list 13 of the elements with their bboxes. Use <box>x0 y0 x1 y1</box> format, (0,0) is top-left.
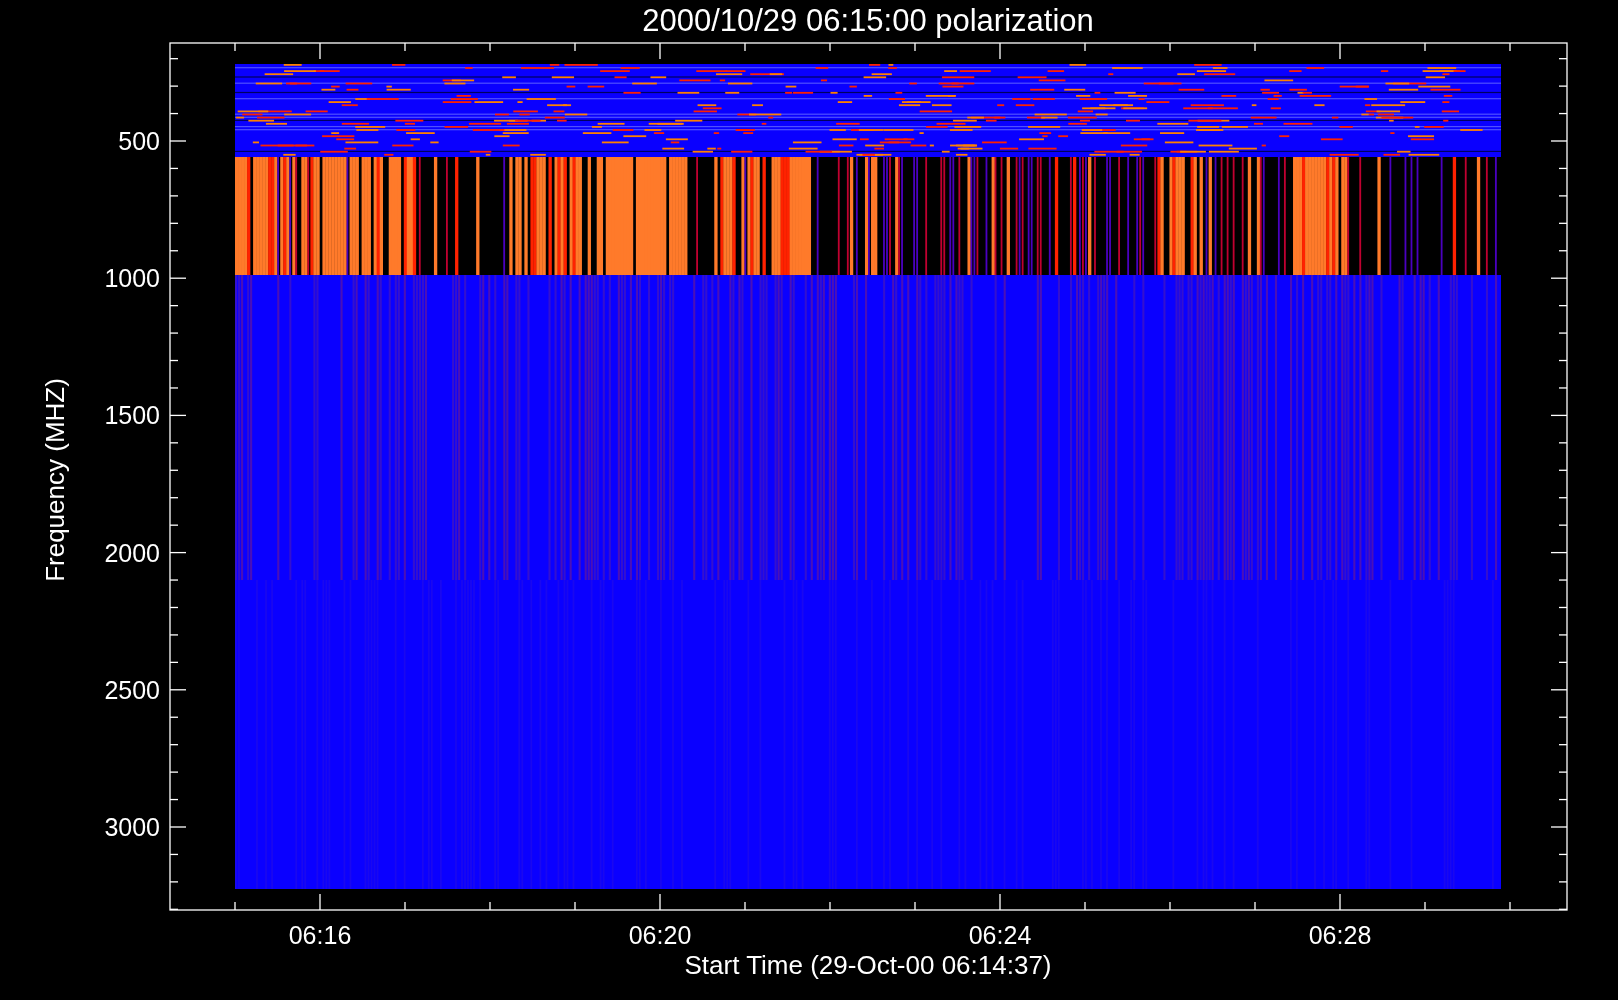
y-tick-label: 1000 <box>104 264 160 293</box>
y-tick-label: 500 <box>118 127 160 155</box>
x-axis-label: Start Time (29-Oct-00 06:14:37) <box>684 950 1052 980</box>
y-tick-label: 2500 <box>104 675 160 704</box>
y-tick-label: 3000 <box>104 813 160 841</box>
y-tick-label: 2000 <box>104 538 160 567</box>
plot-title: 2000/10/29 06:15:00 polarization <box>642 3 1094 38</box>
y-tick-label: 1500 <box>104 401 160 430</box>
y-axis-label: Frequency (MHZ) <box>40 378 70 582</box>
x-tick-label: 06:20 <box>628 921 692 949</box>
x-tick-label: 06:16 <box>288 921 352 949</box>
x-tick-label: 06:28 <box>1308 921 1372 949</box>
x-tick-label: 06:24 <box>968 921 1032 949</box>
